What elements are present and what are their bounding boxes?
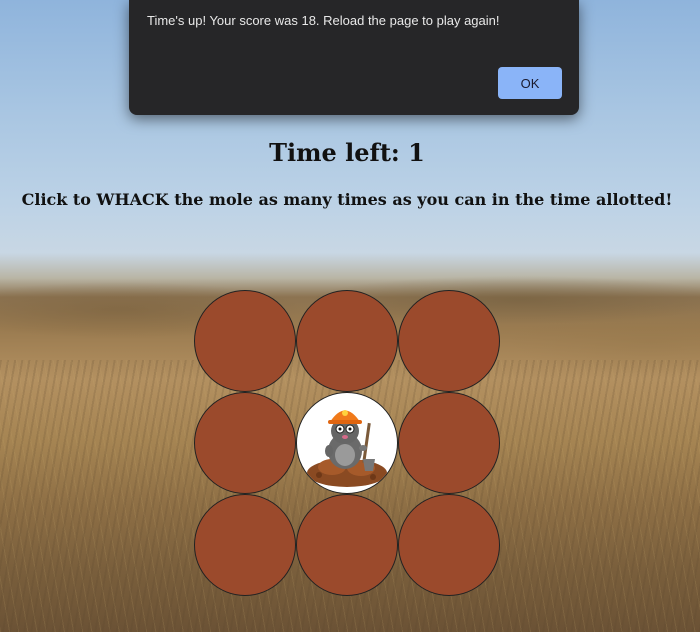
instruction-text: Click to WHACK the mole as many times as…	[21, 190, 673, 209]
hole-3[interactable]	[398, 290, 500, 392]
hole-8[interactable]	[296, 494, 398, 596]
mole-with-hardhat-icon	[307, 410, 387, 487]
hole-7[interactable]	[194, 494, 296, 596]
hole-2[interactable]	[296, 290, 398, 392]
time-left-label: Time left: 1	[269, 138, 425, 167]
hole-9[interactable]	[398, 494, 500, 596]
hole-5[interactable]	[296, 392, 398, 494]
hole-6[interactable]	[398, 392, 500, 494]
mole-grid	[194, 290, 500, 596]
hole-4[interactable]	[194, 392, 296, 494]
alert-dialog: Time's up! Your score was 18. Reload the…	[129, 0, 579, 115]
hole-1[interactable]	[194, 290, 296, 392]
ok-button[interactable]: OK	[498, 67, 562, 99]
alert-message: Time's up! Your score was 18. Reload the…	[147, 13, 500, 28]
